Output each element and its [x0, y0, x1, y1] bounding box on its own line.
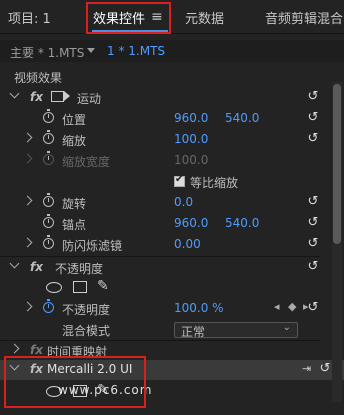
param-anti-flicker: 防闪烁滤镜 0.00 ↺: [0, 235, 320, 255]
chevron-right-icon[interactable]: [9, 343, 20, 354]
reset-icon[interactable]: ↺: [306, 216, 320, 230]
param-label: 混合模式: [62, 324, 111, 338]
anti-flicker-value[interactable]: 0.00: [174, 237, 201, 251]
fx-icon[interactable]: fx: [30, 260, 43, 274]
chevron-down-icon: ⌄: [282, 322, 291, 333]
chevron-down-icon[interactable]: [87, 48, 95, 53]
stopwatch-icon[interactable]: [43, 193, 54, 207]
tab-metadata[interactable]: 元数据: [185, 8, 224, 27]
param-scale-width: 缩放宽度 100.0: [0, 151, 320, 171]
uniform-scale-checkbox[interactable]: [174, 174, 185, 187]
param-rotation: 旋转 0.0 ↺: [0, 193, 320, 213]
reset-icon[interactable]: ↺: [306, 90, 320, 104]
chevron-right-icon[interactable]: [22, 301, 33, 312]
param-blend-mode: 混合模式 正常 ⌄: [0, 320, 320, 340]
param-label: 旋转: [62, 197, 87, 211]
effect-motion[interactable]: fx 运动 ↺: [0, 88, 320, 108]
settings-panel-icon[interactable]: ⇥: [302, 362, 311, 375]
scrollbar-thumb[interactable]: [333, 84, 341, 244]
effect-label: 运动: [77, 92, 102, 106]
rectangle-mask-icon[interactable]: [73, 281, 87, 293]
position-x-value[interactable]: 960.0: [174, 111, 208, 125]
param-label: 缩放: [62, 134, 87, 148]
param-uniform-scale: 等比缩放: [0, 172, 320, 192]
reset-icon[interactable]: ↺: [306, 260, 320, 274]
reset-icon[interactable]: ↺: [306, 237, 320, 251]
stopwatch-icon[interactable]: [43, 130, 54, 144]
scale-value[interactable]: 100.0: [174, 132, 208, 146]
blend-mode-dropdown[interactable]: 正常 ⌄: [174, 322, 298, 339]
prev-keyframe-icon[interactable]: ◂: [274, 300, 280, 313]
checkbox-label: 等比缩放: [190, 176, 239, 190]
chevron-right-icon[interactable]: [22, 237, 33, 248]
highlight-box-mercalli: [4, 356, 146, 408]
reset-icon[interactable]: ↺: [306, 301, 320, 315]
section-title: 视频效果: [14, 71, 63, 85]
source-clip-label[interactable]: 主要 * 1.MTS: [10, 44, 84, 61]
opacity-value[interactable]: 100.0 %: [174, 301, 224, 315]
tab-audio-clip-mixer[interactable]: 音频剪辑混合: [265, 8, 343, 27]
anchor-y-value[interactable]: 540.0: [225, 216, 259, 230]
reset-icon[interactable]: ↺: [306, 111, 320, 125]
rotation-value[interactable]: 0.0: [174, 195, 193, 209]
keyframe-icon[interactable]: ◆: [288, 300, 296, 313]
chevron-down-icon[interactable]: [9, 258, 20, 269]
panel-tab-bar: 项目: 1 效果控件 ≡ 元数据 音频剪辑混合: [0, 0, 344, 34]
stopwatch-icon: [43, 151, 54, 165]
param-scale: 缩放 100.0 ↺: [0, 130, 320, 150]
tab-project[interactable]: 项目: 1: [8, 8, 51, 27]
stopwatch-icon[interactable]: [43, 299, 54, 313]
param-anchor: 锚点 960.0 540.0 ↺: [0, 214, 320, 234]
play-arrow-icon: [64, 91, 70, 101]
clip-selector-bar: 主要 * 1.MTS 1 * 1.MTS: [0, 40, 344, 62]
param-label: 锚点: [62, 218, 87, 232]
chevron-right-icon: [22, 153, 33, 164]
blend-mode-value: 正常: [181, 325, 206, 339]
target-clip-label[interactable]: 1 * 1.MTS: [107, 44, 165, 58]
stopwatch-icon[interactable]: [43, 214, 54, 228]
effect-opacity[interactable]: fx 不透明度 ↺: [0, 258, 320, 278]
param-label: 缩放宽度: [62, 155, 111, 169]
reset-icon[interactable]: ↺: [318, 362, 332, 376]
mask-tools: ✎: [0, 278, 320, 298]
reset-icon[interactable]: ↺: [306, 132, 320, 146]
pen-mask-icon[interactable]: ✎: [97, 278, 109, 294]
transform-icon[interactable]: [51, 91, 64, 102]
param-label: 防闪烁滤镜: [62, 239, 123, 253]
param-label: 不透明度: [62, 303, 111, 317]
chevron-right-icon[interactable]: [22, 195, 33, 206]
fx-icon[interactable]: fx: [30, 90, 43, 104]
chevron-right-icon[interactable]: [22, 132, 33, 143]
fx-icon: fx: [30, 343, 43, 357]
reset-icon[interactable]: ↺: [306, 195, 320, 209]
stopwatch-icon[interactable]: [43, 109, 54, 123]
chevron-down-icon[interactable]: [9, 88, 20, 99]
scale-width-value: 100.0: [174, 153, 209, 167]
effect-label: 不透明度: [55, 262, 104, 276]
param-position: 位置 960.0 540.0 ↺: [0, 109, 320, 129]
divider: [0, 256, 320, 257]
ellipse-mask-icon[interactable]: [46, 282, 62, 293]
video-effects-header: 视频效果: [0, 67, 320, 87]
anchor-x-value[interactable]: 960.0: [174, 216, 208, 230]
highlight-box-effect-controls: [86, 2, 171, 34]
param-opacity: 不透明度 100.0 % ◂ ◆ ▸ ↺: [0, 299, 320, 319]
param-label: 位置: [62, 113, 87, 127]
stopwatch-icon[interactable]: [43, 235, 54, 249]
position-y-value[interactable]: 540.0: [225, 111, 259, 125]
